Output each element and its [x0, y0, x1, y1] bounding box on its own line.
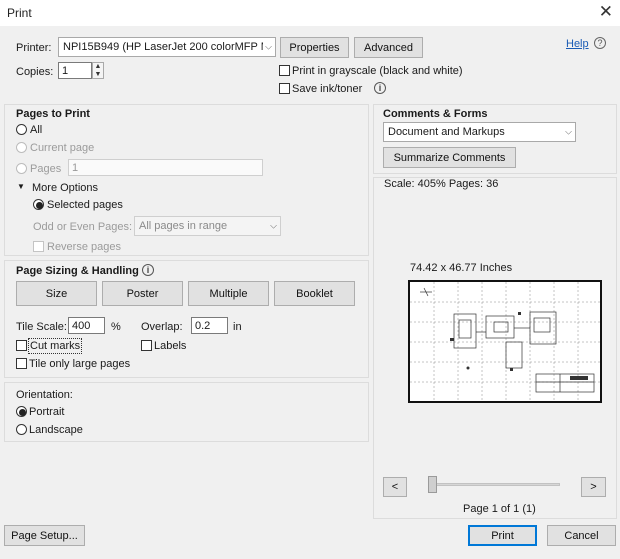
previous-page-button[interactable]: <: [383, 477, 407, 497]
selected-pages-radio[interactable]: [33, 199, 44, 210]
poster-button[interactable]: Poster: [102, 281, 183, 306]
odd-even-select[interactable]: All pages in range ⌵: [134, 216, 281, 236]
copies-label: Copies:: [16, 66, 54, 78]
cut-marks-checkbox[interactable]: [16, 340, 27, 351]
pages-to-print-title: Pages to Print: [16, 108, 90, 120]
reverse-pages-checkbox[interactable]: [33, 241, 44, 252]
window-title: Print: [7, 6, 32, 20]
preview-drawing: [410, 282, 600, 401]
reverse-pages-label: Reverse pages: [47, 241, 121, 253]
percent-label: %: [111, 321, 121, 333]
printer-label: Printer:: [16, 42, 52, 54]
all-pages-label: All: [30, 124, 43, 136]
landscape-radio[interactable]: [16, 424, 27, 435]
tile-large-checkbox[interactable]: [16, 358, 27, 369]
overlap-unit: in: [233, 321, 242, 333]
selected-pages-label: Selected pages: [47, 199, 123, 211]
portrait-radio[interactable]: [16, 406, 27, 417]
all-pages-radio[interactable]: [16, 124, 27, 135]
page-slider-track[interactable]: [428, 483, 560, 486]
printer-select[interactable]: NPI15B949 (HP LaserJet 200 colorMFP M276…: [58, 37, 276, 57]
chevron-down-icon: ⌵: [265, 41, 272, 52]
tile-scale-input[interactable]: 400: [68, 317, 105, 334]
portrait-label: Portrait: [29, 406, 65, 418]
print-button[interactable]: Print: [468, 525, 537, 546]
chevron-down-icon[interactable]: ▼: [93, 71, 103, 79]
odd-even-value: All pages in range: [139, 220, 228, 232]
comments-forms-value: Document and Markups: [388, 126, 505, 138]
more-options-toggle[interactable]: More Options: [32, 182, 98, 194]
properties-button[interactable]: Properties: [280, 37, 349, 58]
copies-stepper[interactable]: ▲ ▼: [92, 62, 104, 79]
preview-dimensions: 74.42 x 46.77 Inches: [410, 262, 513, 274]
grayscale-checkbox[interactable]: [279, 65, 290, 76]
comments-forms-select[interactable]: Document and Markups ⌵: [383, 122, 576, 142]
save-ink-label: Save ink/toner: [292, 83, 363, 95]
overlap-input[interactable]: 0.2: [191, 317, 228, 334]
labels-checkbox[interactable]: [141, 340, 152, 351]
cut-marks-label: Cut marks: [28, 338, 83, 354]
pages-range-input[interactable]: 1: [68, 159, 263, 176]
save-ink-checkbox[interactable]: [279, 83, 290, 94]
question-icon[interactable]: ?: [594, 37, 606, 49]
chevron-down-icon: ⌵: [270, 220, 277, 231]
booklet-button[interactable]: Booklet: [274, 281, 355, 306]
tile-scale-label: Tile Scale:: [16, 321, 67, 333]
cancel-button[interactable]: Cancel: [547, 525, 616, 546]
help-link[interactable]: Help: [566, 38, 589, 50]
chevron-up-icon[interactable]: ▲: [93, 63, 103, 71]
title-bar: [0, 0, 620, 26]
current-page-radio[interactable]: [16, 142, 27, 153]
orientation-title: Orientation:: [16, 389, 73, 401]
chevron-down-icon: ⌵: [565, 126, 572, 137]
comments-forms-title: Comments & Forms: [383, 108, 488, 120]
pages-label: Pages: [30, 163, 62, 175]
page-sizing-title: Page Sizing & Handling: [16, 265, 139, 277]
copies-input[interactable]: 1: [58, 62, 92, 79]
multiple-button[interactable]: Multiple: [188, 281, 269, 306]
preview-page: [408, 280, 602, 403]
info-icon[interactable]: i: [142, 264, 154, 276]
labels-label: Labels: [154, 340, 187, 352]
page-slider-thumb[interactable]: [428, 476, 437, 493]
info-icon[interactable]: i: [374, 82, 386, 94]
grayscale-label: Print in grayscale (black and white): [292, 65, 463, 77]
landscape-label: Landscape: [29, 424, 83, 436]
printer-select-value: NPI15B949 (HP LaserJet 200 colorMFP M276…: [63, 41, 263, 53]
next-page-button[interactable]: >: [581, 477, 606, 497]
odd-even-label: Odd or Even Pages:: [33, 221, 133, 233]
preview-scale-text: Scale: 405% Pages: 36: [384, 178, 499, 190]
size-button[interactable]: Size: [16, 281, 97, 306]
advanced-button[interactable]: Advanced: [354, 37, 423, 58]
tile-large-label: Tile only large pages: [29, 358, 131, 370]
overlap-label: Overlap:: [141, 321, 183, 333]
page-counter: Page 1 of 1 (1): [463, 503, 536, 515]
page-setup-button[interactable]: Page Setup...: [4, 525, 85, 546]
caret-down-icon[interactable]: ▼: [17, 182, 25, 191]
current-page-label: Current page: [30, 142, 95, 154]
close-icon[interactable]: ✕: [599, 2, 613, 22]
summarize-comments-button[interactable]: Summarize Comments: [383, 147, 516, 168]
pages-radio[interactable]: [16, 163, 27, 174]
